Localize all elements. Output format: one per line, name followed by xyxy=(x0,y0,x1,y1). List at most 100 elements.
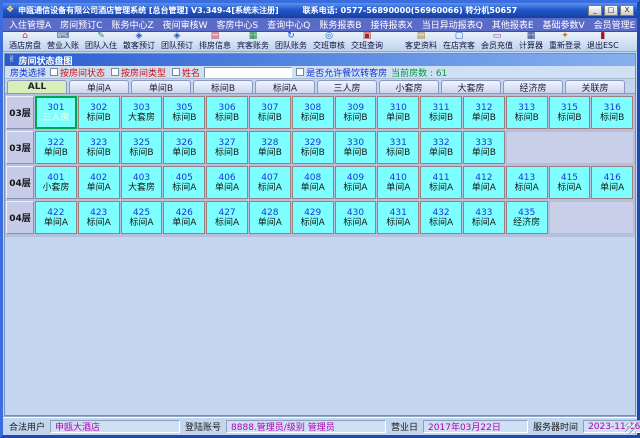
menu-item[interactable]: 接待报表X xyxy=(371,18,413,31)
room-cell-409[interactable]: 409标间A xyxy=(335,166,377,199)
menu-item[interactable]: 当日异动报表Q xyxy=(422,18,483,31)
room-cell-332[interactable]: 332单间B xyxy=(420,131,462,164)
room-cell-406[interactable]: 406单间A xyxy=(206,166,248,199)
menu-item[interactable]: 夜间审核W xyxy=(163,18,208,31)
room-cell-422[interactable]: 422单间A xyxy=(35,201,77,234)
room-cell-427[interactable]: 427标间A xyxy=(206,201,248,234)
toolbar-button-exit[interactable]: ▮退出ESC xyxy=(584,32,622,51)
menu-item[interactable]: 入住管理A xyxy=(9,18,51,31)
room-cell-413[interactable]: 413标间A xyxy=(506,166,548,199)
room-cell-435[interactable]: 435经济房 xyxy=(506,201,548,234)
room-cell-303[interactable]: 303大套房 xyxy=(121,96,163,129)
menu-item[interactable]: 房间预订C xyxy=(60,18,102,31)
room-cell-311[interactable]: 311标间B xyxy=(420,96,462,129)
room-cell-306[interactable]: 306标间B xyxy=(206,96,248,129)
room-cell-328[interactable]: 328单间B xyxy=(249,131,291,164)
filter-checkbox[interactable] xyxy=(111,68,119,76)
room-cell-412[interactable]: 412单间A xyxy=(463,166,505,199)
room-cell-333[interactable]: 333单间B xyxy=(463,131,505,164)
toolbar-button-group-checkin[interactable]: ✎团队入住 xyxy=(82,32,120,51)
menu-item[interactable]: 其他报表E xyxy=(492,18,534,31)
filter-checkbox[interactable] xyxy=(172,68,180,76)
room-cell-402[interactable]: 402单间A xyxy=(78,166,120,199)
room-cell-330[interactable]: 330单间B xyxy=(335,131,377,164)
room-cell-425[interactable]: 425标间A xyxy=(121,201,163,234)
toolbar-button-calculator[interactable]: ▦计算器 xyxy=(516,32,546,51)
room-cell-433[interactable]: 433标间A xyxy=(463,201,505,234)
room-cell-327[interactable]: 327标间B xyxy=(206,131,248,164)
menu-item[interactable]: 客房中心S xyxy=(217,18,259,31)
menu-item[interactable]: 查询中心Q xyxy=(267,18,310,31)
tab-经济房[interactable]: 经济房 xyxy=(503,80,563,93)
room-cell-431[interactable]: 431标间A xyxy=(377,201,419,234)
room-cell-429[interactable]: 429标间A xyxy=(292,201,334,234)
tab-ALL[interactable]: ALL xyxy=(7,80,67,93)
toolbar-button-relogin[interactable]: ✦重新登录 xyxy=(546,32,584,51)
room-cell-326[interactable]: 326单间B xyxy=(163,131,205,164)
room-cell-403[interactable]: 403大套房 xyxy=(121,166,163,199)
room-cell-305[interactable]: 305标间B xyxy=(163,96,205,129)
tab-标间B[interactable]: 标间B xyxy=(193,80,253,93)
room-cell-312[interactable]: 312单间B xyxy=(463,96,505,129)
room-cell-410[interactable]: 410单间A xyxy=(377,166,419,199)
room-cell-322[interactable]: 322单间B xyxy=(35,131,77,164)
menu-item[interactable]: 账务报表B xyxy=(319,18,361,31)
room-cell-408[interactable]: 408单间A xyxy=(292,166,334,199)
room-cell-331[interactable]: 331标间B xyxy=(377,131,419,164)
room-cell-426[interactable]: 426单间A xyxy=(163,201,205,234)
toolbar-button-walkin-reservation[interactable]: ◈散客预订 xyxy=(120,32,158,51)
toolbar-button-guest-history[interactable]: ▤客史资料 xyxy=(402,32,440,51)
menu-item[interactable]: 账务中心Z xyxy=(111,18,153,31)
tab-三人房[interactable]: 三人房 xyxy=(317,80,377,93)
tab-大套房[interactable]: 大套房 xyxy=(441,80,501,93)
close-button[interactable]: X xyxy=(620,5,634,16)
room-cell-323[interactable]: 323标间B xyxy=(78,131,120,164)
room-cell-325[interactable]: 325标间B xyxy=(121,131,163,164)
toolbar-button-member-recharge[interactable]: ▭会员充值 xyxy=(478,32,516,51)
room-cell-302[interactable]: 302标间B xyxy=(78,96,120,129)
room-cell-308[interactable]: 308标间B xyxy=(292,96,334,129)
room-cell-428[interactable]: 428单间A xyxy=(249,201,291,234)
menu-item[interactable]: 会员管理E xyxy=(594,18,636,31)
room-cell-329[interactable]: 329标间B xyxy=(292,131,334,164)
toolbar-button-group-billing[interactable]: ↻团队账务 xyxy=(272,32,310,51)
tab-小套房[interactable]: 小套房 xyxy=(379,80,439,93)
room-cell-310[interactable]: 310单间B xyxy=(377,96,419,129)
room-cell-316[interactable]: 316标间B xyxy=(591,96,633,129)
toolbar-button-guest-billing[interactable]: ▦宾客账务 xyxy=(234,32,272,51)
room-cell-401[interactable]: 401小套房 xyxy=(35,166,77,199)
maximize-button[interactable]: □ xyxy=(604,5,618,16)
guest-name-input[interactable] xyxy=(204,67,292,78)
tab-单间A[interactable]: 单间A xyxy=(69,80,129,93)
room-cell-415[interactable]: 415标间A xyxy=(549,166,591,199)
resize-grip[interactable] xyxy=(625,423,636,434)
room-cell-411[interactable]: 411标间A xyxy=(420,166,462,199)
filter-checkbox[interactable] xyxy=(50,68,58,76)
menu-item[interactable]: 基础参数V xyxy=(543,18,585,31)
room-cell-307[interactable]: 307标间B xyxy=(249,96,291,129)
toolbar-button-business-entry[interactable]: ⌨营业入账 xyxy=(44,32,82,51)
tab-单间B[interactable]: 单间B xyxy=(131,80,191,93)
room-cell-301[interactable]: 301三人房 xyxy=(35,96,77,129)
toolbar-button-group-reservation[interactable]: ◈团队预订 xyxy=(158,32,196,51)
allow-transfer-checkbox[interactable] xyxy=(296,68,304,76)
room-cell-407[interactable]: 407标间A xyxy=(249,166,291,199)
room-cell-432[interactable]: 432标间A xyxy=(420,201,462,234)
room-cell-313[interactable]: 313标间B xyxy=(506,96,548,129)
toolbar-button-hotel-rooms[interactable]: ⌂酒店房盘 xyxy=(6,32,44,51)
room-number: 313 xyxy=(518,103,535,113)
room-cell-416[interactable]: 416单间A xyxy=(591,166,633,199)
toolbar-button-shift-query[interactable]: ▣交班查询 xyxy=(348,32,386,51)
toolbar-button-shift-audit[interactable]: ◎交班审核 xyxy=(310,32,348,51)
toolbar-button-room-assignment[interactable]: ▤排房信息 xyxy=(196,32,234,51)
room-cell-309[interactable]: 309标间B xyxy=(335,96,377,129)
minimize-button[interactable]: _ xyxy=(588,5,602,16)
room-cell-315[interactable]: 315标间B xyxy=(549,96,591,129)
room-cell-423[interactable]: 423标间A xyxy=(78,201,120,234)
room-number: 426 xyxy=(176,208,193,218)
toolbar-button-inhouse-guests[interactable]: ▢在店宾客 xyxy=(440,32,478,51)
tab-标间A[interactable]: 标间A xyxy=(255,80,315,93)
room-cell-405[interactable]: 405标间A xyxy=(163,166,205,199)
tab-关联房[interactable]: 关联房 xyxy=(565,80,625,93)
room-cell-430[interactable]: 430标间A xyxy=(335,201,377,234)
